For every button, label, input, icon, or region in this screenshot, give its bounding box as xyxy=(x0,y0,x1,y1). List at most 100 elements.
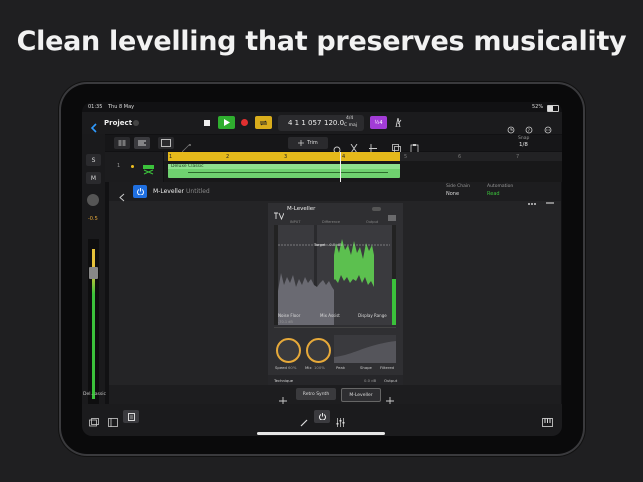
project-menu-chevron-icon[interactable] xyxy=(133,120,139,126)
left-inspector: S M -0.5 xyxy=(82,134,105,404)
waveform-display[interactable]: Target -0.5 dB Noise Floor -70.1 dB Mix … xyxy=(274,225,396,325)
peak-label: Peak xyxy=(336,365,346,370)
status-time: 01:35 xyxy=(88,104,103,110)
power-tool-icon[interactable] xyxy=(314,410,330,423)
add-plugin-before-icon[interactable] xyxy=(279,390,287,405)
editor-icon[interactable] xyxy=(123,410,139,423)
playhead[interactable] xyxy=(340,152,341,182)
plugin-slot-retro-synth[interactable]: Retro Synth xyxy=(296,388,336,400)
home-indicator[interactable] xyxy=(257,432,385,435)
noise-floor-value[interactable]: -70.1 dB xyxy=(278,320,293,324)
plugin-more-icon[interactable] xyxy=(528,190,536,205)
trim-tool-button[interactable]: Trim xyxy=(288,137,328,149)
multitask-dots-icon[interactable] xyxy=(317,106,327,121)
plugin-back-icon[interactable] xyxy=(119,187,125,202)
stop-button[interactable] xyxy=(200,116,214,129)
midi-region[interactable]: Deluxe Classic xyxy=(168,164,400,178)
plugin-power-icon[interactable] xyxy=(133,185,147,198)
automation-curve-icon[interactable] xyxy=(181,138,191,153)
back-chevron-icon[interactable] xyxy=(90,118,98,133)
meter-label-difference: Difference xyxy=(322,220,341,224)
loop-tool-icon[interactable] xyxy=(333,139,341,154)
paste-icon[interactable] xyxy=(410,138,419,154)
speed-knob[interactable] xyxy=(276,338,301,363)
main-toolbar: Project 4 1 1 057 120.0 4/4 C maj ½4 ? xyxy=(82,112,562,134)
mix-value: 100% xyxy=(314,365,325,370)
metronome-icon[interactable] xyxy=(391,116,405,129)
play-button[interactable] xyxy=(218,116,235,129)
pan-knob[interactable] xyxy=(87,194,99,206)
inspector-icon[interactable] xyxy=(108,412,118,427)
plugin-collapse-icon[interactable] xyxy=(546,190,554,204)
copy-icon[interactable] xyxy=(392,138,401,153)
panel-title: M-Leveller xyxy=(287,206,316,212)
browser-icon[interactable] xyxy=(158,137,174,149)
ruler-bar-5: 5 xyxy=(404,154,408,160)
synth-track-icon xyxy=(143,160,154,175)
shape-curve-display[interactable] xyxy=(334,335,396,363)
display-range-label[interactable]: Display Range xyxy=(358,313,387,318)
lcd-display[interactable]: 4 1 1 057 120.0 4/4 C maj xyxy=(278,115,364,131)
trim-label: Trim xyxy=(307,140,318,146)
leveller-logo-icon xyxy=(274,205,285,221)
wifi-icon xyxy=(522,104,530,119)
record-button[interactable] xyxy=(237,116,251,129)
plugin-slot-m-leveller[interactable]: M-Leveller xyxy=(341,388,381,402)
pencil-icon[interactable] xyxy=(300,412,309,427)
mixer-icon[interactable] xyxy=(336,412,345,427)
volume-fader-handle[interactable] xyxy=(89,267,98,279)
region-name: Deluxe Classic xyxy=(171,164,204,169)
ruler-bar-7: 7 xyxy=(516,154,520,160)
mute-button[interactable]: M xyxy=(86,172,101,184)
history-icon[interactable] xyxy=(507,119,515,134)
speed-label: Speed xyxy=(275,365,287,370)
ruler-bar-1: 1 xyxy=(169,154,173,160)
toolbar-more-icon[interactable] xyxy=(544,142,552,157)
cycle-button[interactable] xyxy=(255,116,272,129)
lcd-signature: 4/4 xyxy=(346,116,354,121)
mix-knob[interactable] xyxy=(306,338,331,363)
keyboard-icon[interactable] xyxy=(542,412,553,427)
count-in-button[interactable]: ½4 xyxy=(370,116,387,129)
project-name[interactable]: Project xyxy=(104,119,132,127)
sidechain-label: Side Chain xyxy=(446,184,471,189)
track-header[interactable]: 1 xyxy=(105,152,163,182)
output-value[interactable]: 0.0 dB xyxy=(364,378,376,383)
solo-button[interactable]: S xyxy=(86,154,101,166)
plugin-preset[interactable]: Untitled xyxy=(186,188,210,195)
shape-label: Shape xyxy=(360,365,372,370)
track-record-indicator xyxy=(131,165,134,168)
sidechain-value[interactable]: None xyxy=(446,191,459,197)
automation-value[interactable]: Read xyxy=(487,191,500,197)
secondary-toolbar: Trim Snap 1/8 xyxy=(82,135,562,157)
scissors-icon[interactable] xyxy=(350,138,358,154)
panel-footer: Technique 0.0 dB Output xyxy=(268,375,403,385)
target-value[interactable]: -0.5 dB xyxy=(328,242,342,247)
ruler-bar-6: 6 xyxy=(458,154,462,160)
automation-label: Automation xyxy=(487,184,514,189)
more-options-icon[interactable] xyxy=(544,119,552,134)
panel-toggle[interactable] xyxy=(372,207,381,211)
filtered-label: Filtered xyxy=(380,365,395,370)
meter-label-input: INPUT xyxy=(290,220,301,224)
add-plugin-after-icon[interactable] xyxy=(386,390,394,405)
panel-menu-icon[interactable] xyxy=(388,206,396,221)
library-icon[interactable] xyxy=(89,412,99,427)
technique-label[interactable]: Technique xyxy=(274,378,293,383)
snap-value[interactable]: 1/8 xyxy=(519,142,528,148)
mix-assist-label[interactable]: Mix Assist xyxy=(320,313,340,318)
lcd-position: 4 1 1 057 xyxy=(288,119,322,127)
plugin-header: M-Leveller Untitled Side Chain None Auto… xyxy=(109,182,561,205)
join-icon[interactable] xyxy=(368,138,378,153)
grid-view-icon[interactable] xyxy=(114,137,130,149)
ruler-bar-2: 2 xyxy=(226,154,230,160)
arrange-area[interactable]: 1 2 3 4 5 6 7 Deluxe Classic xyxy=(164,152,562,182)
leveller-panel: M-Leveller INPUT Difference Output Targe… xyxy=(268,203,403,385)
ruler[interactable] xyxy=(164,152,562,161)
help-icon[interactable]: ? xyxy=(525,119,533,134)
volume-meter xyxy=(88,239,99,404)
tracks-view-icon[interactable] xyxy=(134,137,150,149)
lcd-key: C maj xyxy=(344,123,357,128)
battery-icon xyxy=(547,105,559,112)
lcd-tempo: 120.0 xyxy=(324,119,345,127)
